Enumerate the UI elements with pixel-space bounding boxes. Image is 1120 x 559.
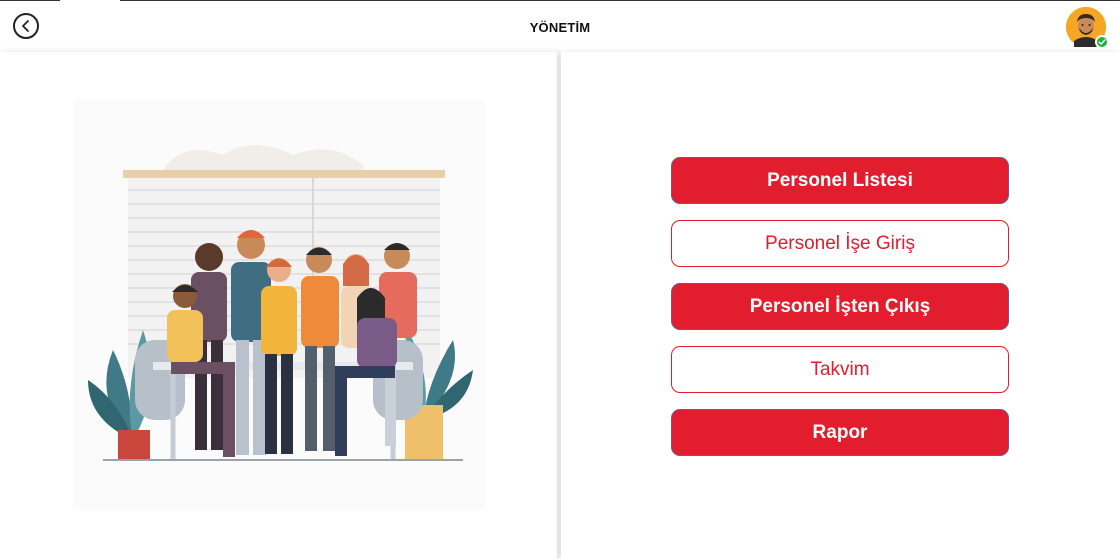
takvim-button[interactable]: Takvim (671, 346, 1009, 393)
menu-list: Personel Listesi Personel İşe Giriş Pers… (671, 157, 1009, 472)
personel-listesi-button[interactable]: Personel Listesi (671, 157, 1009, 204)
team-illustration-graphic (88, 145, 473, 461)
online-status-badge (1095, 35, 1109, 49)
personel-ise-giris-button[interactable]: Personel İşe Giriş (671, 220, 1009, 267)
personel-isten-cikis-button[interactable]: Personel İşten Çıkış (671, 283, 1009, 330)
page-title: YÖNETİM (529, 20, 591, 35)
check-icon (1098, 39, 1106, 45)
tab-indicator (60, 0, 120, 2)
menu-panel: Personel Listesi Personel İşe Giriş Pers… (561, 52, 1120, 559)
illustration-panel (0, 52, 557, 559)
user-avatar[interactable] (1066, 7, 1109, 49)
team-illustration (73, 100, 485, 510)
rapor-button[interactable]: Rapor (671, 409, 1009, 456)
top-bar: YÖNETİM (0, 0, 1120, 53)
